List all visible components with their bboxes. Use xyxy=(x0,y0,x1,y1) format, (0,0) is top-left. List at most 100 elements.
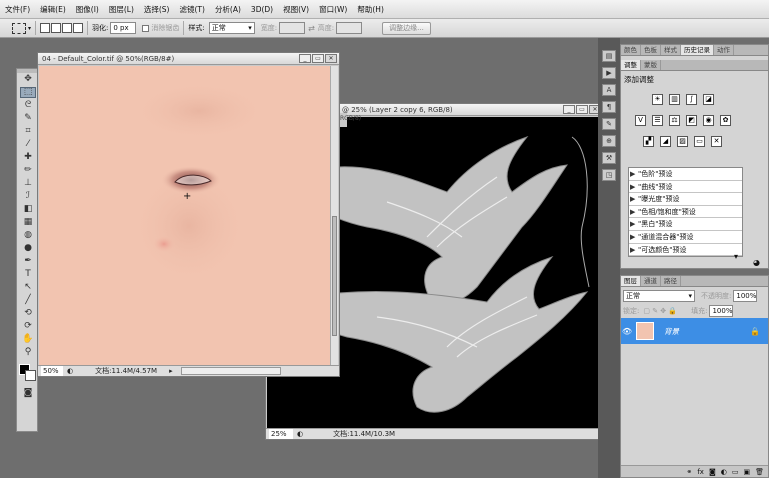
fx-icon[interactable]: fx xyxy=(697,468,704,476)
posterize-icon[interactable]: ◢ xyxy=(660,136,671,147)
mask-icon[interactable]: ◙ xyxy=(709,468,716,476)
menu-image[interactable]: 图像(I) xyxy=(71,4,104,15)
black-white-icon[interactable]: ◩ xyxy=(686,115,697,126)
new-selection-icon[interactable] xyxy=(40,23,51,33)
menu-select[interactable]: 选择(S) xyxy=(139,4,175,15)
feather-input[interactable]: 0 px xyxy=(110,22,137,34)
doc1-title-bar[interactable]: 04 - Default_Color.tif @ 50%(RGB/8#) _ ▭… xyxy=(38,53,339,65)
blur-tool-icon[interactable]: ◍ xyxy=(20,230,36,241)
selective-color-icon[interactable]: ✕ xyxy=(711,136,722,147)
menu-analysis[interactable]: 分析(A) xyxy=(210,4,246,15)
add-selection-icon[interactable] xyxy=(51,23,62,33)
blend-mode-select[interactable]: 正常 ▾ xyxy=(623,290,695,302)
quick-mask-icon[interactable]: ◙ xyxy=(20,388,36,399)
invert-icon[interactable]: ▞ xyxy=(643,136,654,147)
doc2-info-icon[interactable]: ◐ xyxy=(297,429,303,439)
minimize-icon[interactable]: _ xyxy=(563,105,575,114)
doc1-vertical-scrollbar[interactable] xyxy=(330,66,338,365)
brush-tool-icon[interactable]: ✏ xyxy=(20,165,36,176)
tab-paths[interactable]: 路径 xyxy=(661,276,681,286)
eye-icon[interactable]: 👁 xyxy=(621,327,633,336)
tab-actions[interactable]: 动作 xyxy=(714,45,734,55)
healing-tool-icon[interactable]: ✚ xyxy=(20,152,36,163)
history-icon[interactable]: ▤ xyxy=(602,50,616,62)
photo-filter-icon[interactable]: ◉ xyxy=(703,115,714,126)
stamp-tool-icon[interactable]: ⊥ xyxy=(20,178,36,189)
character-icon[interactable]: A xyxy=(602,84,616,96)
tool-preset-icon[interactable]: ⚒ xyxy=(602,152,616,164)
dodge-tool-icon[interactable]: ● xyxy=(20,243,36,254)
refine-edge-button[interactable]: 调整边缘... xyxy=(382,21,431,35)
swap-icon[interactable]: ⇄ xyxy=(308,24,315,33)
preset-item[interactable]: ▶ "可选颜色"预设 xyxy=(629,244,742,257)
eyedropper-tool-icon[interactable]: ⁄ xyxy=(20,139,36,150)
antialias-checkbox[interactable] xyxy=(142,24,150,32)
doc1-zoom[interactable]: 50% xyxy=(41,366,63,376)
menu-view[interactable]: 视图(V) xyxy=(278,4,314,15)
status-arrow-icon[interactable]: ▸ xyxy=(169,366,173,376)
fill-input[interactable]: 100% xyxy=(709,305,734,317)
gradient-map-icon[interactable]: ▭ xyxy=(694,136,705,147)
paragraph-icon[interactable]: ¶ xyxy=(602,101,616,113)
background-color[interactable] xyxy=(25,370,36,381)
preset-item[interactable]: ▶ "色相/饱和度"预设 xyxy=(629,206,742,219)
navigator-icon[interactable]: ◳ xyxy=(602,169,616,181)
levels-icon[interactable]: ▥ xyxy=(669,94,680,105)
scroll-down-icon[interactable]: ▾ xyxy=(734,252,746,264)
path-select-tool-icon[interactable]: ↖ xyxy=(20,282,36,293)
toolbox-grip[interactable] xyxy=(17,69,37,73)
preset-item[interactable]: ▶ "曝光度"预设 xyxy=(629,193,742,206)
layer-name[interactable]: 背景 xyxy=(664,326,679,337)
restore-icon[interactable]: ▭ xyxy=(576,105,588,114)
doc1-horizontal-scrollbar[interactable] xyxy=(180,367,281,375)
history-brush-tool-icon[interactable]: ℐ xyxy=(20,191,36,202)
tab-history[interactable]: 历史记录 xyxy=(681,45,714,55)
menu-filter[interactable]: 滤镜(T) xyxy=(175,4,210,15)
menu-file[interactable]: 文件(F) xyxy=(0,4,35,15)
shape-tool-icon[interactable]: ╱ xyxy=(20,295,36,306)
restore-icon[interactable]: ▭ xyxy=(312,54,324,63)
tab-masks[interactable]: 蒙版 xyxy=(641,60,661,70)
menu-window[interactable]: 窗口(W) xyxy=(314,4,352,15)
threshold-icon[interactable]: ▨ xyxy=(677,136,688,147)
actions-icon[interactable]: ▶ xyxy=(602,67,616,79)
curves-icon[interactable]: ∫ xyxy=(686,94,697,105)
zoom-tool-icon[interactable]: ⚲ xyxy=(20,347,36,358)
folder-icon[interactable]: ▭ xyxy=(732,468,739,476)
minimize-icon[interactable]: _ xyxy=(299,54,311,63)
clone-source-icon[interactable]: ⊕ xyxy=(602,135,616,147)
tab-styles[interactable]: 样式 xyxy=(661,45,681,55)
preset-item[interactable]: ▶ "色阶"预设 xyxy=(629,168,742,181)
tab-adjustments[interactable]: 调整 xyxy=(621,60,641,70)
color-balance-icon[interactable]: ⚖ xyxy=(669,115,680,126)
new-layer-icon[interactable]: ▣ xyxy=(743,468,750,476)
doc2-zoom[interactable]: 25% xyxy=(269,429,293,439)
width-input[interactable] xyxy=(279,22,306,34)
intersect-selection-icon[interactable] xyxy=(73,23,84,33)
preset-item[interactable]: ▶ "通道混合器"预设 xyxy=(629,231,742,244)
pen-tool-icon[interactable]: ✒ xyxy=(20,256,36,267)
menu-layer[interactable]: 图层(L) xyxy=(104,4,139,15)
type-tool-icon[interactable]: T xyxy=(20,269,36,280)
brush-preset-icon[interactable]: ✎ xyxy=(602,118,616,130)
trash-icon[interactable]: 🗑 xyxy=(755,468,764,476)
opacity-input[interactable]: 100% xyxy=(733,290,758,302)
hue-saturation-icon[interactable]: ☰ xyxy=(652,115,663,126)
crop-tool-icon[interactable]: ⌗ xyxy=(20,126,36,137)
menu-edit[interactable]: 编辑(E) xyxy=(35,4,71,15)
channel-mixer-icon[interactable]: ✿ xyxy=(720,115,731,126)
adjustment-layer-icon[interactable]: ◐ xyxy=(721,468,727,476)
layer-row-background[interactable]: 👁 背景 🔒 xyxy=(621,318,768,344)
menu-help[interactable]: 帮助(H) xyxy=(352,4,389,15)
panel-footer-icon[interactable]: ◕ xyxy=(753,258,760,267)
gradient-tool-icon[interactable]: ▦ xyxy=(20,217,36,228)
3d-rotate-tool-icon[interactable]: ⟲ xyxy=(20,308,36,319)
color-swatches[interactable] xyxy=(17,362,37,384)
tab-channels[interactable]: 通道 xyxy=(641,276,661,286)
preset-item[interactable]: ▶ "曲线"预设 xyxy=(629,181,742,194)
preset-item[interactable]: ▶ "黑白"预设 xyxy=(629,218,742,231)
tab-layers[interactable]: 图层 xyxy=(621,276,641,286)
vibrance-icon[interactable]: V xyxy=(635,115,646,126)
doc1-info-icon[interactable]: ◐ xyxy=(67,366,73,376)
lock-icons[interactable]: ▢ ✎ ✥ 🔒 xyxy=(643,307,677,315)
